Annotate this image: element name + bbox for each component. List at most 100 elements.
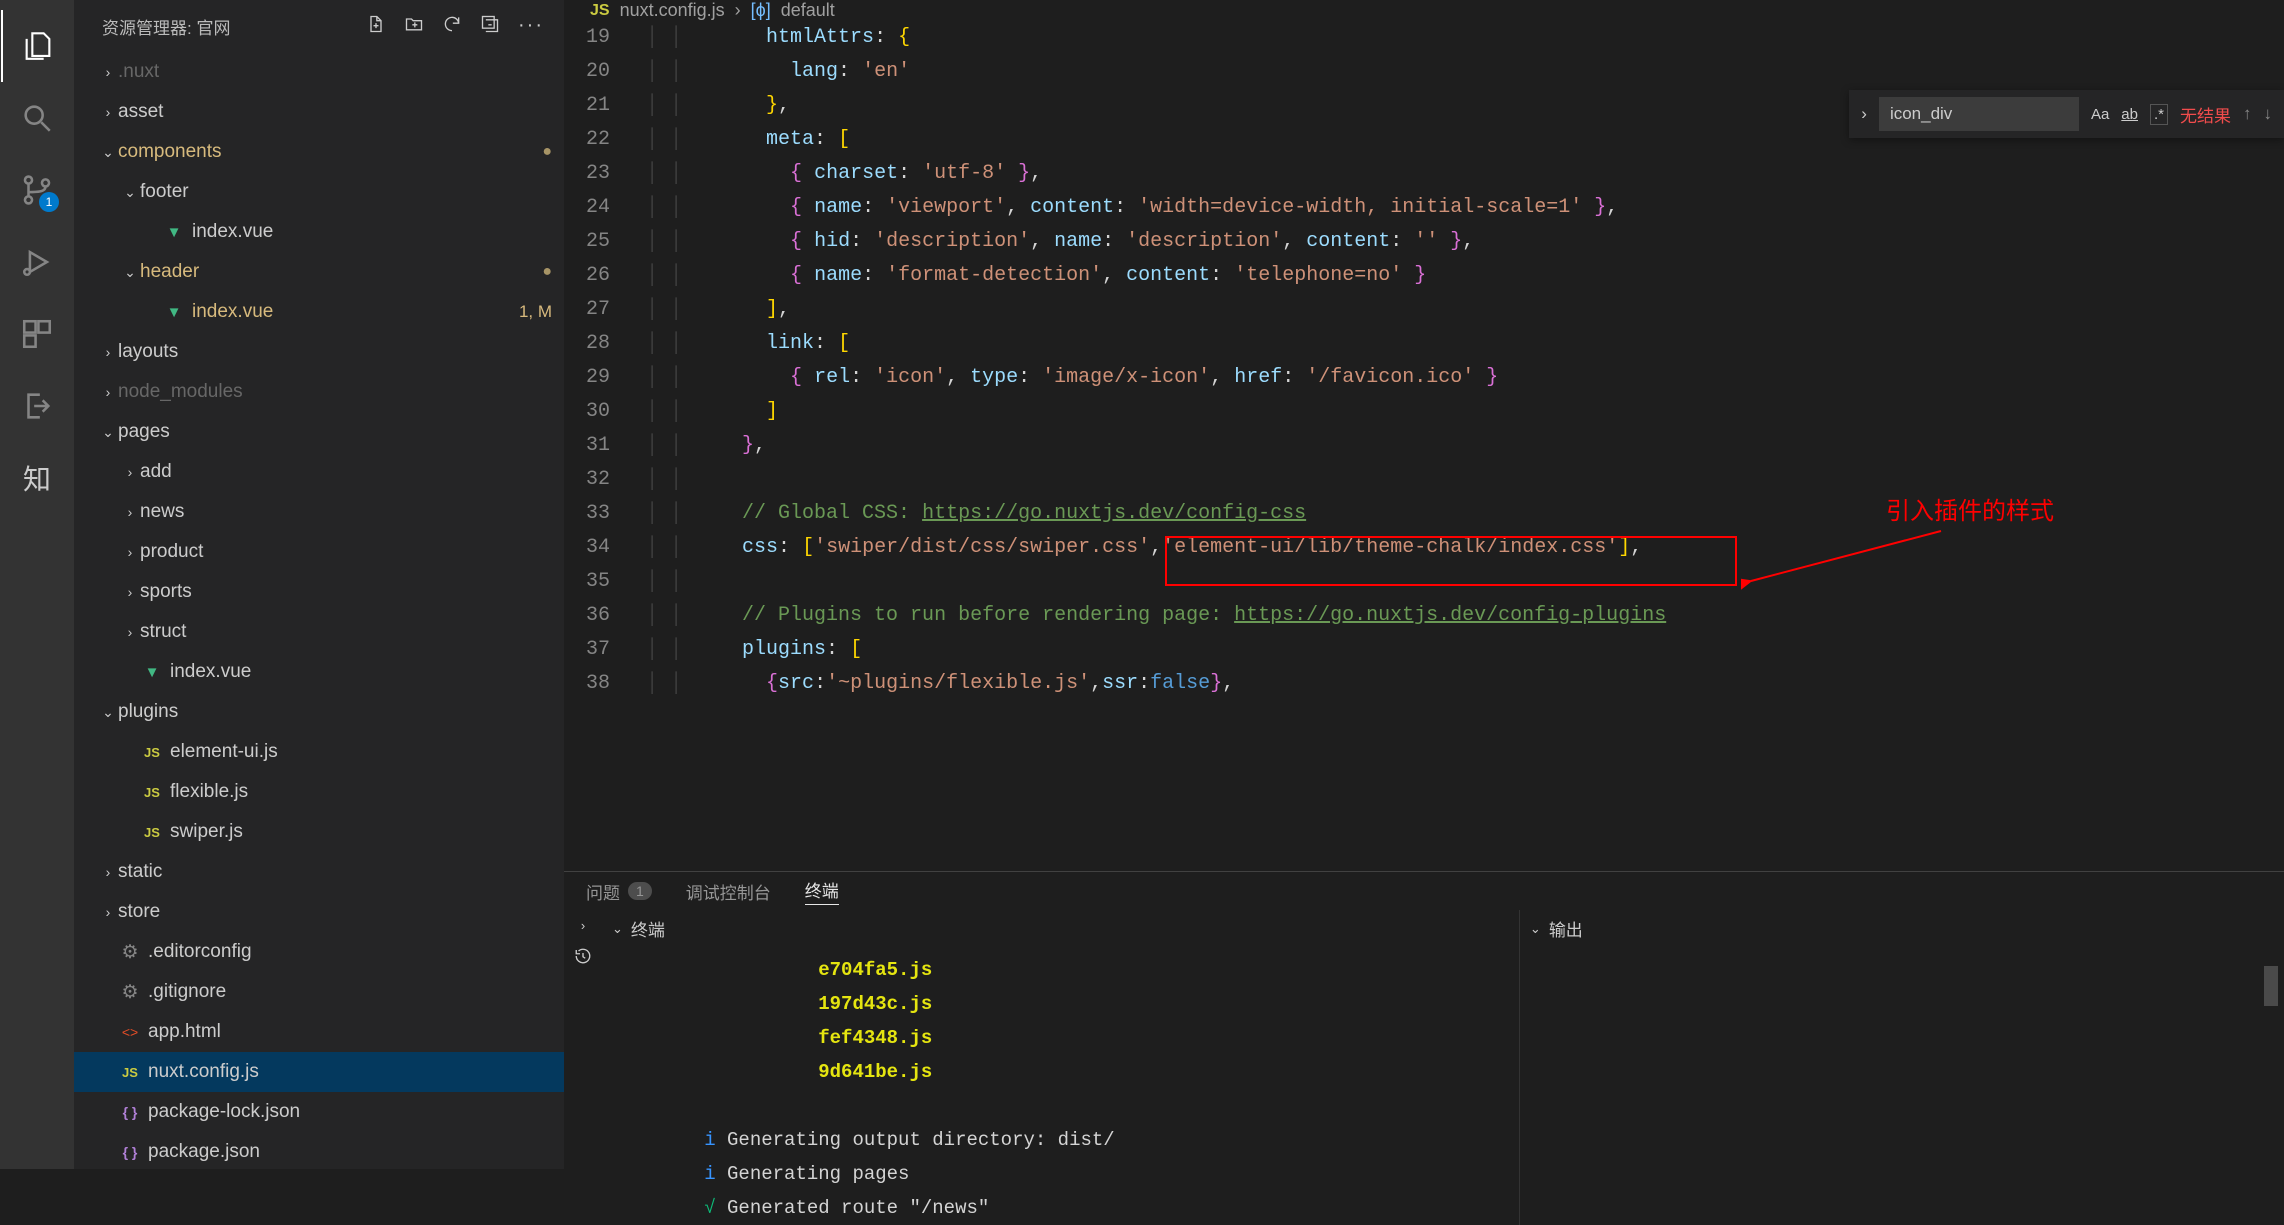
activity-bar: 1 知	[0, 0, 74, 1169]
folder-sports[interactable]: ›sports	[74, 572, 564, 612]
tree-label: package-lock.json	[148, 1101, 552, 1123]
file-app.html[interactable]: <> app.html	[74, 1012, 564, 1052]
chevron-down-icon: ⌄	[98, 424, 118, 441]
output-title: 输出	[1549, 916, 1583, 941]
gear-icon: ⚙	[118, 941, 142, 964]
file-index.vue[interactable]: ▼ index.vue	[74, 212, 564, 252]
folder-node_modules[interactable]: ›node_modules	[74, 372, 564, 412]
vue-icon: ▼	[162, 301, 186, 323]
chevron-right-icon: ›	[98, 864, 118, 880]
file-swiper.js[interactable]: JS swiper.js	[74, 812, 564, 852]
terminal-title: 终端	[631, 916, 665, 941]
activity-explorer[interactable]	[1, 10, 73, 82]
tree-label: index.vue	[192, 221, 552, 243]
breadcrumb-file: nuxt.config.js	[620, 0, 725, 21]
bottom-panel: 问题1调试控制台终端 › ⌄ 终端 e704fa5.js 197d43c.js …	[564, 871, 2284, 1225]
more-icon[interactable]: ···	[518, 14, 544, 39]
new-folder-icon[interactable]	[404, 14, 424, 39]
folder-store[interactable]: ›store	[74, 892, 564, 932]
find-toggle-replace[interactable]: ›	[1861, 104, 1867, 124]
activity-search[interactable]	[1, 82, 73, 154]
folder-components[interactable]: ⌄components●	[74, 132, 564, 172]
find-prev[interactable]: ↑	[2243, 104, 2252, 124]
file-index.vue[interactable]: ▼index.vue1, M	[74, 292, 564, 332]
find-word-option[interactable]: ab	[2121, 106, 2138, 123]
file-tree: ›.nuxt›asset⌄components●⌄footer▼index.vu…	[74, 52, 564, 1169]
folder-static[interactable]: ›static	[74, 852, 564, 892]
git-status: 1, M	[519, 302, 552, 322]
folder-news[interactable]: ›news	[74, 492, 564, 532]
activity-source-control[interactable]: 1	[1, 154, 73, 226]
folder-pages[interactable]: ⌄pages	[74, 412, 564, 452]
html-icon: <>	[118, 1021, 142, 1043]
chevron-right-icon: ›	[120, 624, 140, 640]
activity-extensions[interactable]	[1, 298, 73, 370]
history-icon[interactable]	[574, 947, 592, 968]
terminal-group-header[interactable]: ⌄ 终端	[602, 910, 1519, 947]
activity-zhi[interactable]: 知	[1, 442, 73, 514]
find-no-result: 无结果	[2180, 102, 2231, 127]
folder-footer[interactable]: ⌄footer	[74, 172, 564, 212]
panel-tab-问题[interactable]: 问题1	[586, 879, 652, 904]
scrollbar[interactable]	[2264, 966, 2278, 1006]
logout-icon	[20, 389, 54, 423]
chevron-right-icon: ›	[120, 504, 140, 520]
panel-tab-label: 问题	[586, 879, 620, 904]
tree-label: .nuxt	[118, 61, 552, 83]
collapse-icon[interactable]	[480, 14, 500, 39]
code-content[interactable]: │ │ htmlAttrs: { │ │ lang: 'en' │ │ }, │…	[646, 21, 2284, 871]
js-icon: JS	[140, 821, 164, 843]
folder-.nuxt[interactable]: ›.nuxt	[74, 52, 564, 92]
file-element-ui.js[interactable]: JSelement-ui.js	[74, 732, 564, 772]
tree-label: nuxt.config.js	[148, 1061, 552, 1083]
files-icon	[21, 29, 55, 63]
vue-icon: ▼	[162, 221, 186, 243]
file-package-lock.json[interactable]: { } package-lock.json	[74, 1092, 564, 1132]
chevron-right-icon: ›	[98, 64, 118, 80]
code-editor[interactable]: 1920212223242526272829303132333435363738…	[564, 21, 2284, 871]
chevron-down-icon: ⌄	[612, 921, 623, 937]
activity-run-debug[interactable]	[1, 226, 73, 298]
find-case-option[interactable]: Aa	[2091, 106, 2109, 123]
folder-layouts[interactable]: ›layouts	[74, 332, 564, 372]
panel-tab-label: 终端	[805, 877, 839, 902]
file-flexible.js[interactable]: JSflexible.js	[74, 772, 564, 812]
folder-add[interactable]: ›add	[74, 452, 564, 492]
tree-label: swiper.js	[170, 821, 552, 843]
folder-asset[interactable]: ›asset	[74, 92, 564, 132]
folder-struct[interactable]: ›struct	[74, 612, 564, 652]
tree-label: element-ui.js	[170, 741, 552, 763]
folder-product[interactable]: ›product	[74, 532, 564, 572]
json-icon: { }	[118, 1141, 142, 1163]
folder-header[interactable]: ⌄header●	[74, 252, 564, 292]
file-index.vue[interactable]: ▼index.vue	[74, 652, 564, 692]
panel-tab-终端[interactable]: 终端	[805, 877, 839, 905]
refresh-icon[interactable]	[442, 14, 462, 39]
find-input[interactable]	[1879, 97, 2079, 131]
chevron-right-icon: ›	[120, 464, 140, 480]
tree-label: asset	[118, 101, 552, 123]
extensions-icon	[20, 317, 54, 351]
folder-plugins[interactable]: ⌄plugins	[74, 692, 564, 732]
explorer-sidebar: 资源管理器: 官网 ··· ›.nuxt›asset⌄components●⌄f…	[74, 0, 564, 1169]
find-next[interactable]: ↓	[2264, 104, 2273, 124]
chevron-right-icon: ›	[98, 384, 118, 400]
panel-tab-调试控制台[interactable]: 调试控制台	[686, 879, 771, 904]
chevron-right-icon: ›	[735, 0, 741, 21]
output-group-header[interactable]: ⌄ 输出	[1520, 910, 2284, 947]
file-.editorconfig[interactable]: ⚙ .editorconfig	[74, 932, 564, 972]
file-package.json[interactable]: { }package.json	[74, 1132, 564, 1169]
tree-label: .editorconfig	[148, 941, 552, 963]
tree-label: plugins	[118, 701, 552, 723]
tree-label: header	[140, 261, 542, 283]
activity-accounts[interactable]	[1, 370, 73, 442]
file-nuxt.config.js[interactable]: JSnuxt.config.js	[74, 1052, 564, 1092]
terminal-output[interactable]: e704fa5.js 197d43c.js fef4348.js 9d641be…	[602, 947, 1519, 1225]
chevron-right-icon[interactable]: ›	[581, 918, 585, 933]
breadcrumb[interactable]: JS nuxt.config.js › [ϕ] default	[564, 0, 2284, 21]
tree-label: app.html	[148, 1021, 552, 1043]
json-icon: { }	[118, 1101, 142, 1123]
find-regex-option[interactable]: .*	[2150, 104, 2168, 125]
file-.gitignore[interactable]: ⚙.gitignore	[74, 972, 564, 1012]
new-file-icon[interactable]	[366, 14, 386, 39]
